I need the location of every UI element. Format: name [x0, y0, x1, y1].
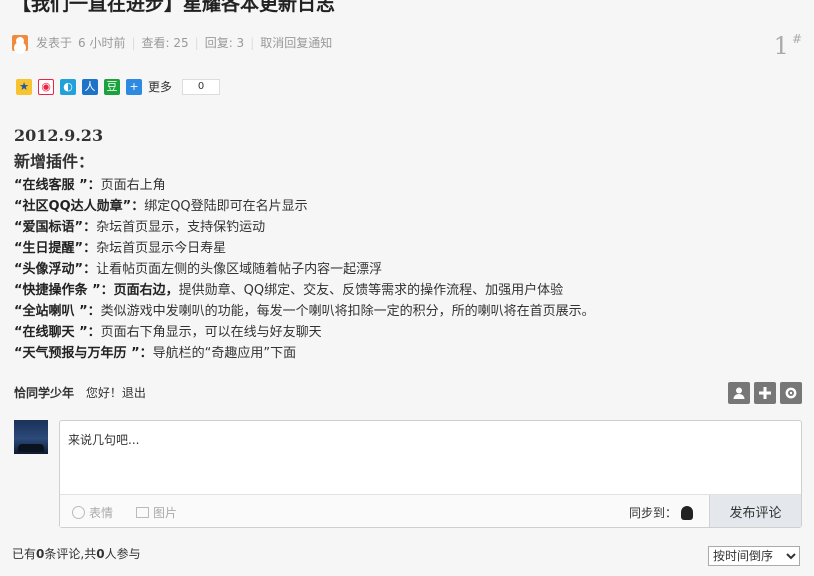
list-item: “天气预报与万年历 ”：导航栏的“奇趣应用”下面	[14, 343, 794, 364]
username[interactable]: 恰同学少年	[14, 386, 74, 400]
share-count: 0	[182, 78, 221, 95]
comment-stats: 已有0条评论,共0人参与	[12, 545, 141, 562]
qzone-icon[interactable]: ★	[16, 78, 32, 95]
emoji-icon	[72, 506, 85, 519]
item-text: 页面右下角显示，可以在线与好友聊天	[100, 325, 322, 340]
post-content: 2012.9.23 新增插件： “在线客服 ”：页面右上角 “社区QQ达人勋章”…	[14, 126, 794, 364]
stats-middle: 条评论,共	[44, 547, 97, 561]
participant-count: 0	[96, 547, 105, 561]
emoji-button[interactable]: 表情	[72, 504, 113, 521]
item-text: 杂坛首页显示，支持保钓运动	[96, 220, 266, 235]
renren-icon[interactable]: 人	[82, 78, 98, 95]
list-item: “在线客服 ”：页面右上角	[14, 175, 794, 196]
stats-prefix: 已有	[12, 547, 37, 561]
posted-prefix: 发表于	[36, 36, 73, 50]
douban-icon[interactable]: 豆	[104, 78, 120, 95]
comment-footer: 表情 图片 同步到： 发布评论	[60, 494, 801, 527]
item-label: “头像浮动”：	[14, 262, 97, 277]
item-label: “生日提醒”：	[14, 241, 97, 256]
list-item: “生日提醒”：杂坛首页显示今日寿星	[14, 238, 794, 259]
author-avatar-icon[interactable]	[12, 34, 28, 51]
submit-comment-button[interactable]: 发布评论	[709, 495, 801, 527]
item-label: “天气预报与万年历 ”：	[14, 346, 153, 361]
weibo-icon[interactable]: ◉	[38, 78, 54, 95]
item-label: “快捷操作条 ”：页面右边，	[14, 283, 179, 298]
reply-count: 回复: 3	[204, 36, 245, 50]
cancel-reply-notify-link[interactable]: 取消回复通知	[260, 34, 332, 51]
meta-divider: |	[131, 35, 136, 50]
item-text: 提供勋章、QQ绑定、交友、反馈等需求的操作流程、加强用户体验	[178, 283, 564, 298]
list-item: “在线聊天 ”：页面右下角显示，可以在线与好友聊天	[14, 322, 794, 343]
posted-time: 6 小时前	[78, 36, 126, 50]
meta-divider: |	[250, 35, 255, 50]
list-item: “爱国标语”：杂坛首页显示，支持保钓运动	[14, 217, 794, 238]
stats-suffix: 人参与	[104, 547, 141, 561]
floor-number: 1 #	[774, 32, 802, 60]
share-more-label[interactable]: 更多	[148, 78, 172, 95]
item-text: 杂坛首页显示今日寿星	[96, 241, 227, 256]
tencent-weibo-icon[interactable]: ◐	[60, 78, 76, 95]
comment-input[interactable]: 来说几句吧...	[68, 431, 139, 448]
comment-toolbar	[728, 382, 802, 404]
sort-order-select[interactable]: 按时间倒序	[708, 546, 800, 566]
floor-sign: #	[791, 32, 802, 46]
item-text: 让看帖页面左侧的头像区域随着帖子内容一起漂浮	[96, 262, 383, 277]
post-title: 【我们一直在进步】星耀各本更新日志	[12, 0, 336, 15]
user-bar: 恰同学少年 您好！退出	[14, 384, 146, 401]
qq-penguin-icon[interactable]	[681, 505, 693, 520]
logout-link[interactable]: 退出	[122, 386, 146, 400]
comment-box: 来说几句吧... 表情 图片 同步到： 发布评论	[59, 420, 802, 528]
item-text: 导航栏的“奇趣应用”下面	[152, 346, 297, 361]
list-item: “头像浮动”：让看帖页面左侧的头像区域随着帖子内容一起漂浮	[14, 259, 794, 280]
image-button[interactable]: 图片	[136, 504, 177, 521]
list-item: “快捷操作条 ”：页面右边，提供勋章、QQ绑定、交友、反馈等需求的操作流程、加强…	[14, 280, 794, 301]
plus-icon[interactable]	[754, 382, 776, 404]
image-label: 图片	[153, 506, 178, 520]
user-greeting: 您好！	[85, 386, 122, 400]
meta-divider: |	[194, 35, 199, 50]
item-text: 绑定QQ登陆即可在名片显示	[144, 199, 308, 214]
update-date: 2012.9.23	[14, 126, 104, 145]
post-meta: 发表于 6 小时前 | 查看: 25 | 回复: 3 | 取消回复通知	[12, 34, 332, 51]
view-count: 查看: 25	[141, 36, 189, 50]
avatar	[14, 420, 48, 454]
item-label: “在线客服 ”：	[14, 178, 101, 193]
list-item: “社区QQ达人勋章”：绑定QQ登陆即可在名片显示	[14, 196, 794, 217]
item-label: “社区QQ达人勋章”：	[14, 199, 145, 214]
item-label: “全站喇叭 ”：	[14, 304, 101, 319]
more-icon[interactable]: +	[126, 78, 142, 95]
user-icon[interactable]	[728, 382, 750, 404]
item-text: 类似游戏中发喇叭的功能，每发一个喇叭将扣除一定的积分，所的喇叭将在首页展示。	[100, 304, 595, 319]
sync-label: 同步到：	[628, 506, 677, 520]
image-icon	[136, 507, 149, 518]
gear-icon[interactable]	[780, 382, 802, 404]
list-item: “全站喇叭 ”：类似游戏中发喇叭的功能，每发一个喇叭将扣除一定的积分，所的喇叭将…	[14, 301, 794, 322]
new-plugins-heading: 新增插件：	[14, 152, 95, 171]
item-label: “爱国标语”：	[14, 220, 97, 235]
item-label: “在线聊天 ”：	[14, 325, 101, 340]
emoji-label: 表情	[89, 506, 114, 520]
sync-to: 同步到：	[629, 504, 693, 521]
share-bar: ★ ◉ ◐ 人 豆 + 更多 0	[16, 78, 221, 95]
floor-number-value: 1	[773, 32, 789, 60]
item-text: 页面右上角	[100, 178, 166, 193]
